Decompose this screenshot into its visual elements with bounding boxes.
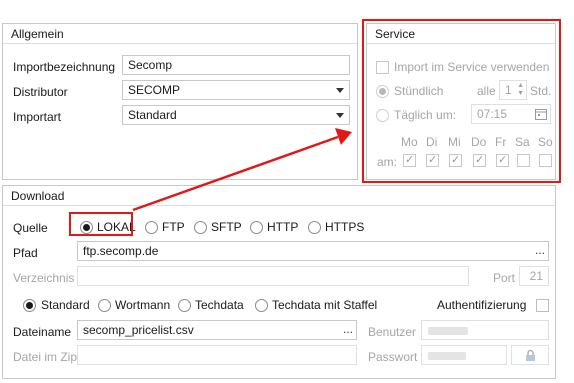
annotation-arrow-icon [132,128,352,212]
